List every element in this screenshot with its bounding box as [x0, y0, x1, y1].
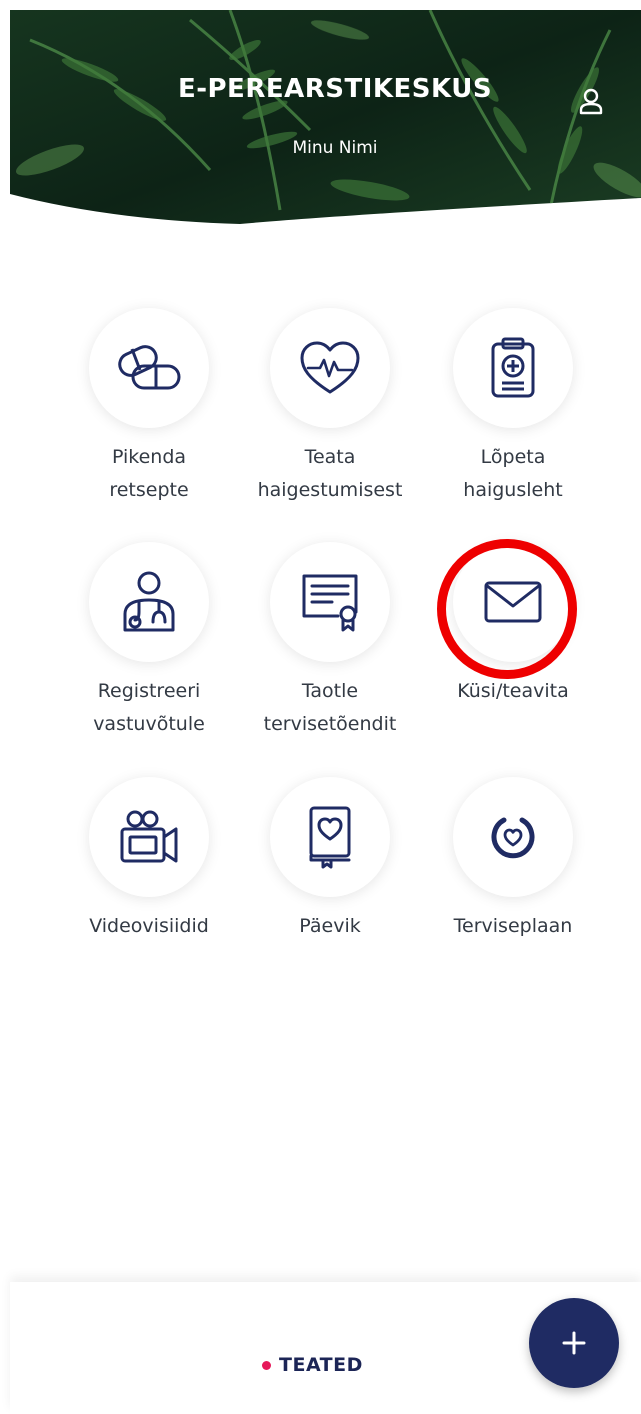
tab-teated[interactable]: TEATED	[262, 1350, 412, 1380]
tab-teated-label: TEATED	[279, 1354, 363, 1376]
menu-tile-teata-haigestumisest[interactable]: Teata haigestumisest	[239, 308, 421, 528]
tile-icon-circle	[453, 777, 573, 897]
tile-label: Videovisiidid	[89, 915, 209, 937]
header-banner: E-PEREARSTIKESKUS Minu Nimi	[10, 10, 641, 240]
tile-icon-circle	[89, 308, 209, 428]
certificate-icon	[302, 574, 358, 632]
doctor-icon	[123, 571, 175, 632]
app-screen: E-PEREARSTIKESKUS Minu Nimi Pikenda rets…	[0, 0, 641, 1414]
tile-label: Päevik	[299, 915, 361, 937]
menu-tile-paevik[interactable]: Päevik	[239, 777, 421, 997]
plus-icon	[562, 1331, 586, 1355]
tile-icon-circle	[270, 308, 390, 428]
tile-icon-circle	[270, 777, 390, 897]
tile-icon-circle	[453, 542, 573, 662]
medical-clipboard-icon	[491, 337, 535, 398]
menu-tile-registreeri-vastuvotule[interactable]: Registreeri vastuvõtule	[58, 542, 240, 762]
add-button[interactable]	[529, 1298, 619, 1388]
tile-icon-circle	[453, 308, 573, 428]
fern-background-image	[10, 10, 641, 224]
tile-icon-circle	[270, 542, 390, 662]
tile-icon-circle	[89, 777, 209, 897]
video-camera-icon	[120, 810, 178, 863]
health-plan-icon	[491, 817, 535, 859]
pills-icon	[118, 345, 181, 390]
user-icon	[579, 88, 603, 115]
tile-label: Küsi/teavita	[457, 680, 569, 702]
menu-tile-pikenda-retsepte[interactable]: Pikenda retsepte	[58, 308, 240, 528]
envelope-icon	[484, 581, 542, 623]
menu-tile-terviseplaan[interactable]: Terviseplaan	[422, 777, 604, 997]
heartbeat-icon	[300, 341, 360, 394]
diary-icon	[309, 806, 351, 869]
tile-label: Taotle tervisetõendit	[263, 680, 397, 735]
tile-label: Lõpeta haigusleht	[463, 446, 563, 501]
menu-tile-lopeta-haigusleht[interactable]: Lõpeta haigusleht	[422, 308, 604, 528]
tile-label: Terviseplaan	[453, 915, 573, 937]
tile-label: Teata haigestumisest	[257, 446, 403, 501]
menu-tile-videovisiidid[interactable]: Videovisiidid	[58, 777, 240, 997]
app-title: E-PEREARSTIKESKUS	[177, 74, 493, 104]
tile-icon-circle	[89, 542, 209, 662]
menu-tile-taotle-tervisetoendit[interactable]: Taotle tervisetõendit	[239, 542, 421, 762]
menu-tile-kusi-teavita[interactable]: Küsi/teavita	[422, 542, 604, 762]
user-name: Minu Nimi	[292, 138, 378, 158]
tile-label: Pikenda retsepte	[109, 446, 189, 501]
notification-dot	[262, 1360, 271, 1370]
profile-button[interactable]	[576, 86, 606, 116]
tile-label: Registreeri vastuvõtule	[93, 680, 205, 735]
